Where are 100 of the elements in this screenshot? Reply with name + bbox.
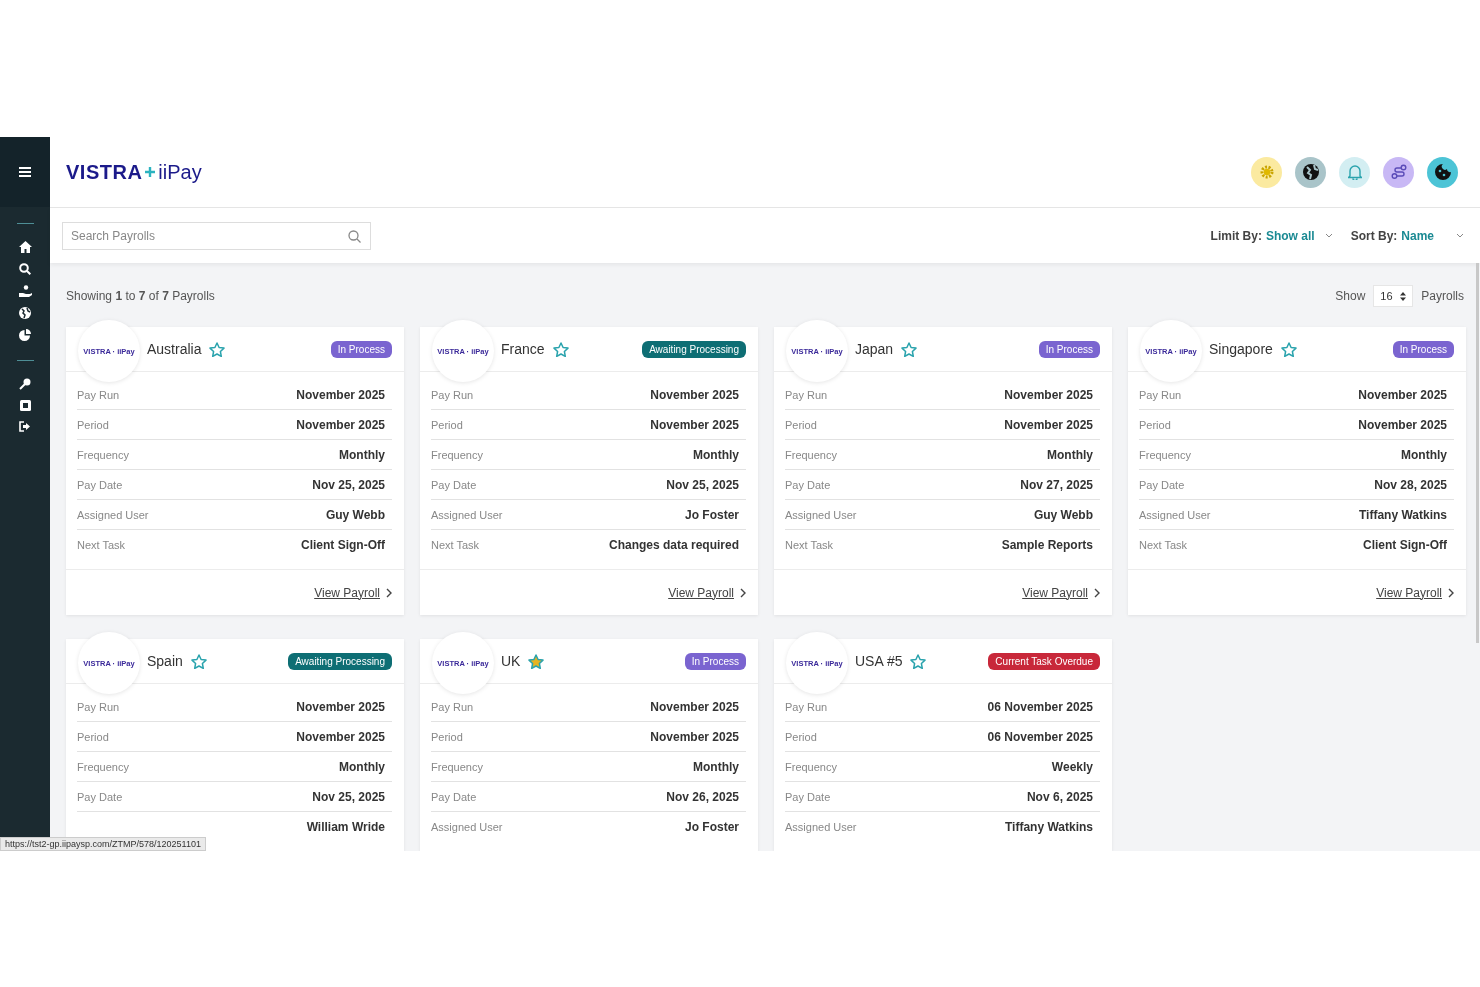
field-value: Monthly xyxy=(1401,447,1448,462)
chevron-down-icon xyxy=(1456,233,1464,238)
field-label: Pay Run xyxy=(431,700,474,713)
field-label: Next Task xyxy=(77,538,126,551)
field-label: Pay Date xyxy=(77,790,123,803)
field-value: William Wride xyxy=(306,819,386,834)
field-label: Pay Date xyxy=(785,790,831,803)
field-value: November 2025 xyxy=(650,417,740,432)
sign-out-icon[interactable] xyxy=(19,421,31,432)
field-label: Next Task xyxy=(431,538,480,551)
product-name: iiPay xyxy=(158,160,202,184)
field-value: Nov 26, 2025 xyxy=(666,789,740,804)
sort-by-dropdown[interactable]: Sort By: Name xyxy=(1350,228,1464,243)
country-name: USA #5 xyxy=(855,653,903,669)
field-label: Pay Run xyxy=(785,700,828,713)
chevron-right-icon xyxy=(386,587,392,598)
field-value: Nov 6, 2025 xyxy=(1026,789,1094,804)
star-icon[interactable] xyxy=(552,341,569,357)
search-icon xyxy=(348,229,361,243)
field-value: 06 November 2025 xyxy=(987,699,1094,714)
status-badge: In Process xyxy=(1392,340,1454,358)
chevron-down-icon xyxy=(1324,233,1333,238)
field-label: Frequency xyxy=(785,448,837,461)
globe-icon xyxy=(1302,164,1319,180)
field-label: Pay Run xyxy=(77,388,120,401)
field-label: Pay Date xyxy=(785,478,831,491)
field-value: Monthly xyxy=(339,759,386,774)
view-payroll-link[interactable]: View Payroll xyxy=(1022,585,1100,600)
bell-icon xyxy=(1347,164,1362,180)
globe-icon[interactable] xyxy=(19,307,31,319)
cookie-button[interactable] xyxy=(1427,156,1458,188)
field-value: Nov 25, 2025 xyxy=(666,477,740,492)
field-value: Monthly xyxy=(693,759,740,774)
field-label: Assigned User xyxy=(785,820,857,833)
field-label: Pay Run xyxy=(431,388,474,401)
field-value: November 2025 xyxy=(296,699,386,714)
field-value: November 2025 xyxy=(650,729,740,744)
status-badge: In Process xyxy=(330,340,392,358)
field-value: November 2025 xyxy=(650,387,740,402)
country-name: Spain xyxy=(147,653,183,669)
field-value: Weekly xyxy=(1051,759,1094,774)
field-label: Period xyxy=(431,418,463,431)
field-value: Nov 25, 2025 xyxy=(312,789,386,804)
star-icon[interactable] xyxy=(190,653,207,669)
id-card-icon[interactable] xyxy=(19,400,31,411)
field-value: Client Sign-Off xyxy=(1363,537,1448,552)
notifications-button[interactable] xyxy=(1339,156,1370,188)
star-icon[interactable] xyxy=(528,653,545,669)
field-label: Next Task xyxy=(785,538,834,551)
field-label: Period xyxy=(785,730,817,743)
field-value: Sample Reports xyxy=(1001,537,1094,552)
field-value: November 2025 xyxy=(1004,387,1094,402)
field-label: Pay Run xyxy=(785,388,828,401)
star-icon[interactable] xyxy=(209,341,226,357)
chevron-right-icon xyxy=(740,587,746,598)
field-value: Jo Foster xyxy=(685,507,740,522)
link-url-tooltip: https://tst2-gp.iipaysp.com/ZTMP/578/120251101 xyxy=(0,837,206,851)
field-label: Pay Date xyxy=(431,790,477,803)
field-label: Period xyxy=(77,418,109,431)
key-icon[interactable] xyxy=(19,378,31,390)
field-value: Jo Foster xyxy=(685,819,740,834)
globe-button[interactable] xyxy=(1295,156,1326,188)
route-button[interactable] xyxy=(1383,156,1414,188)
field-value: Nov 27, 2025 xyxy=(1020,477,1094,492)
field-label: Pay Date xyxy=(431,478,477,491)
status-badge: Awaiting Processing xyxy=(288,652,392,670)
star-icon[interactable] xyxy=(910,653,927,669)
field-value: November 2025 xyxy=(650,699,740,714)
field-value: Monthly xyxy=(1047,447,1094,462)
search-field[interactable]: Search Payrolls xyxy=(62,221,371,250)
view-payroll-link[interactable]: View Payroll xyxy=(1376,585,1454,600)
pie-chart-icon[interactable] xyxy=(19,329,31,341)
field-label: Assigned User xyxy=(785,508,857,521)
field-label: Frequency xyxy=(785,760,837,773)
field-label: Frequency xyxy=(431,760,483,773)
status-badge: In Process xyxy=(684,652,746,670)
hand-coin-icon[interactable] xyxy=(18,285,32,297)
field-label: Period xyxy=(431,730,463,743)
field-label: Frequency xyxy=(1139,448,1191,461)
field-label: Assigned User xyxy=(431,508,503,521)
cookie-icon xyxy=(1434,164,1451,180)
field-label: Period xyxy=(785,418,817,431)
field-label: Assigned User xyxy=(1139,508,1211,521)
limit-by-dropdown[interactable]: Limit By: Show all xyxy=(1210,228,1333,243)
star-icon[interactable] xyxy=(901,341,918,357)
field-label: Frequency xyxy=(431,448,483,461)
menu-icon[interactable] xyxy=(19,167,31,177)
search-icon[interactable] xyxy=(19,263,31,275)
field-value: Client Sign-Off xyxy=(301,537,386,552)
field-label: Assigned User xyxy=(77,508,149,521)
page-size-select[interactable]: 16 xyxy=(1373,285,1414,307)
view-payroll-link[interactable]: View Payroll xyxy=(314,585,392,600)
results-summary: Showing 1 to 7 of 7 Payrolls xyxy=(66,289,215,303)
view-payroll-link[interactable]: View Payroll xyxy=(668,585,746,600)
scrollbar[interactable] xyxy=(1476,263,1479,643)
field-value: November 2025 xyxy=(1358,387,1448,402)
home-icon[interactable] xyxy=(18,241,32,253)
chevron-right-icon xyxy=(1448,587,1454,598)
field-label: Pay Date xyxy=(1139,478,1185,491)
star-icon[interactable] xyxy=(1280,341,1297,357)
